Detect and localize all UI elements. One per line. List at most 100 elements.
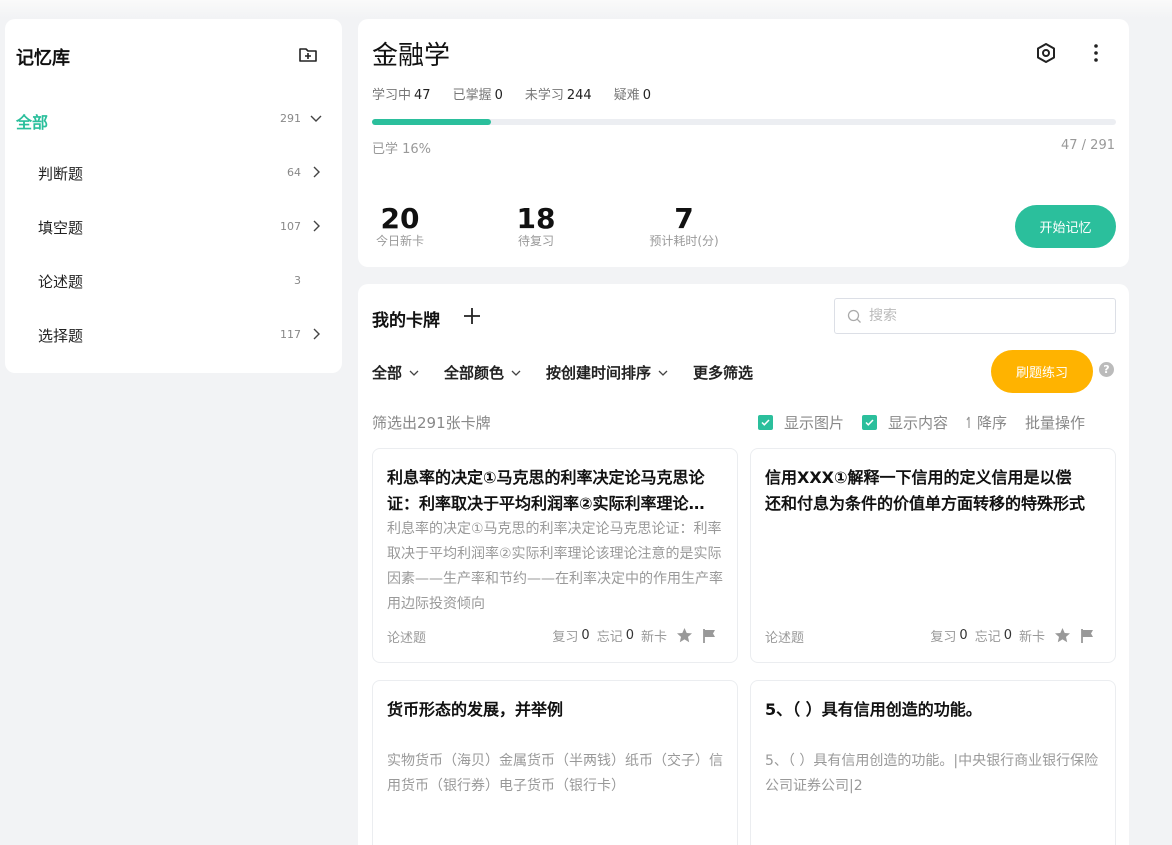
help-icon[interactable]: ? (1099, 362, 1114, 377)
stat-value: 244 (566, 88, 592, 103)
metric-value: 7 (674, 202, 694, 235)
metric-new-today: 20 今日新卡 (372, 202, 428, 249)
practice-button[interactable]: 刷题练习 (991, 350, 1093, 393)
card-question: 5、（ ）具有信用创造的功能。 (765, 700, 982, 719)
forget-count: 0 (625, 628, 634, 643)
sidebar-item-fill-blank[interactable]: 填空题 107 (5, 207, 342, 247)
chevron-right-icon (313, 166, 320, 178)
option-label: 批量操作 (1025, 414, 1086, 432)
sidebar-item-label: 选择题 (38, 327, 84, 345)
search-box[interactable] (834, 298, 1116, 334)
stat-mastered: 已掌握 0 (453, 84, 503, 103)
more-filters-button[interactable]: 更多筛选 (693, 362, 753, 383)
progress-fill (372, 119, 492, 125)
star-icon[interactable] (676, 627, 693, 644)
sort-dropdown[interactable]: 按创建时间排序 (546, 362, 669, 383)
card-item[interactable]: 利息率的决定①马克思的利率决定论马克思论证：利率取决于平均利润率②实际利率理论该… (372, 448, 751, 663)
option-label: 显示内容 (888, 414, 949, 432)
review-count: 0 (581, 628, 590, 643)
review-label: 复习 (930, 630, 957, 645)
show-content-checkbox[interactable]: 显示内容 (862, 412, 948, 433)
filter-label: 全部颜色 (444, 364, 505, 382)
card-answer: 5、（ ）具有信用创造的功能。|中央银行商业银行保险公司证券公司|2 (765, 753, 1099, 794)
chevron-right-icon (313, 328, 320, 340)
card-item[interactable]: 信用XXX①解释一下信用的定义信用是以偿还和付息为条件的价值单方面转移的特殊形式… (750, 448, 1116, 663)
window-top-strip (0, 0, 1172, 18)
display-options: 显示图片 显示内容 降序 批量操作 (758, 412, 1085, 433)
card-status: 新卡 (1018, 630, 1045, 645)
batch-operation-button[interactable]: 批量操作 (1025, 412, 1085, 433)
card-answer: 实物货币（海贝）金属货币（半两钱）纸币（交子）信用货币（银行券）电子货币（银行卡… (387, 753, 723, 794)
stat-label: 已掌握 (452, 88, 492, 103)
add-folder-icon[interactable] (297, 43, 319, 65)
star-icon[interactable] (1054, 627, 1071, 644)
sidebar-item-label: 全部 (16, 113, 49, 132)
chevron-down-icon (658, 370, 668, 376)
stat-unlearned: 未学习 244 (525, 84, 592, 103)
metric-value: 20 (380, 202, 420, 235)
review-count: 0 (959, 628, 968, 643)
review-label: 复习 (552, 630, 579, 645)
stat-label: 疑难 (613, 88, 640, 103)
filter-bar: 全部 全部颜色 按创建时间排序 更多筛选 (372, 362, 753, 383)
card-question: 信用XXX①解释一下信用的定义信用是以偿还和付息为条件的价值单方面转移的特殊形式 (765, 468, 1085, 513)
settings-icon[interactable] (1034, 41, 1058, 65)
filter-label: 按创建时间排序 (546, 364, 652, 382)
flag-icon[interactable] (702, 628, 717, 644)
stat-label: 学习中 (372, 88, 412, 103)
deck-title: 金融学 (372, 41, 451, 71)
card-question: 利息率的决定①马克思的利率决定论马克思论证：利率取决于平均利润率②实际利率理论该… (387, 468, 705, 513)
stat-learning: 学习中 47 (372, 84, 431, 103)
sidebar-item-label: 判断题 (38, 165, 84, 183)
sidebar-item-count: 3 (294, 274, 301, 287)
chevron-down-icon (511, 370, 521, 376)
card-item[interactable]: 货币形态的发展，并举例 实物货币（海贝）金属货币（半两钱）纸币（交子）信用货币（… (372, 680, 738, 845)
add-card-icon[interactable] (461, 305, 483, 327)
filter-label: 全部 (372, 364, 403, 382)
chevron-down-icon (409, 370, 419, 376)
cards-panel: 我的卡牌 全部 全部颜色 按创建时间排序 更多筛选 刷题练习 ? 筛选出291张… (358, 284, 1129, 845)
sidebar-item-all[interactable]: 全部 291 (5, 99, 342, 139)
stat-difficult: 疑难 0 (614, 84, 651, 103)
forget-label: 忘记 (974, 630, 1001, 645)
deck-summary: 金融学 学习中 47 已掌握 0 未学习 244 疑难 0 已学 16% 47 / 29… (358, 19, 1129, 267)
flag-icon[interactable] (1080, 628, 1095, 644)
sidebar: 记忆库 全部 291 判断题 64 填空题 107 论述题 3 选择题 117 (5, 19, 342, 373)
metric-value: 18 (516, 202, 556, 235)
more-vertical-icon[interactable] (1084, 41, 1108, 65)
card-question: 货币形态的发展，并举例 (387, 700, 564, 719)
sidebar-item-count: 291 (280, 112, 301, 125)
progress-count: 47 / 291 (1061, 138, 1115, 153)
panel-title: 我的卡牌 (372, 311, 440, 331)
chevron-right-icon (313, 220, 320, 232)
sidebar-item-judgement[interactable]: 判断题 64 (5, 153, 342, 193)
checkbox-checked-icon (758, 415, 773, 430)
metric-to-review: 18 待复习 (508, 202, 564, 249)
search-icon (847, 309, 861, 323)
filter-label: 更多筛选 (693, 364, 754, 382)
progress-label: 已学 16% (372, 142, 432, 157)
metric-estimated-time: 7 预计耗时(分) (642, 202, 726, 249)
sidebar-item-essay[interactable]: 论述题 3 (5, 261, 342, 301)
sidebar-item-count: 117 (280, 328, 301, 341)
sidebar-item-count: 64 (287, 166, 301, 179)
show-image-checkbox[interactable]: 显示图片 (758, 412, 844, 433)
card-meta: 复习 0 忘记 0 新卡 (552, 626, 717, 645)
card-type: 论述题 (387, 631, 427, 646)
filter-type-dropdown[interactable]: 全部 (372, 362, 420, 383)
sidebar-item-label: 论述题 (38, 273, 84, 291)
sidebar-item-choice[interactable]: 选择题 117 (5, 315, 342, 355)
search-input[interactable] (869, 306, 1099, 326)
stat-value: 0 (642, 88, 651, 103)
sidebar-item-label: 填空题 (38, 219, 84, 237)
start-memorize-button[interactable]: 开始记忆 (1015, 205, 1116, 248)
option-label: 降序 (977, 414, 1008, 432)
sort-order-toggle[interactable]: 降序 (966, 412, 1007, 433)
filter-color-dropdown[interactable]: 全部颜色 (444, 362, 522, 383)
card-item[interactable]: 5、（ ）具有信用创造的功能。 5、（ ）具有信用创造的功能。|中央银行商业银行… (750, 680, 1116, 845)
sidebar-item-count: 107 (280, 220, 301, 233)
card-type: 论述题 (765, 631, 805, 646)
progress-bar (372, 119, 1116, 125)
option-label: 显示图片 (784, 414, 845, 432)
stat-value: 0 (494, 88, 503, 103)
